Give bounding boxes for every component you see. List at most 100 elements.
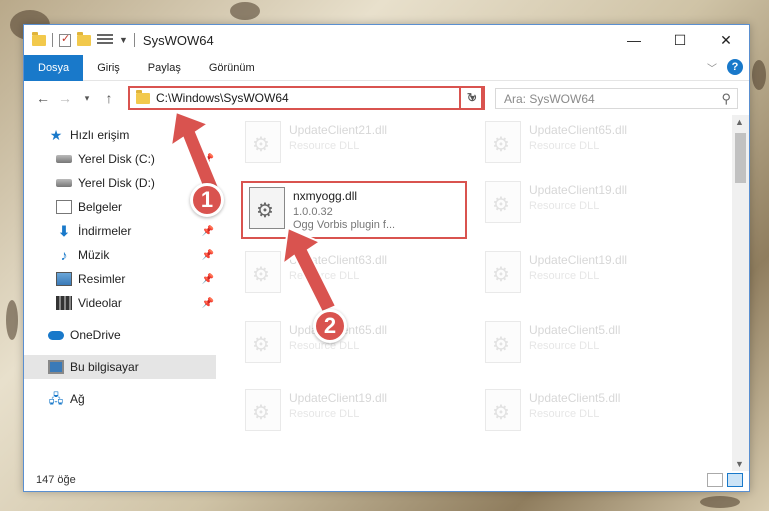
pin-icon[interactable]: 📌 [202,250,214,261]
sidebar-item-onedrive[interactable]: OneDrive [24,323,216,347]
scroll-down-icon[interactable]: ▼ [735,459,744,469]
sidebar-item-music[interactable]: ♪ Müzik 📌 [24,243,216,267]
file-description: Resource DLL [529,200,600,212]
maximize-button[interactable]: ☐ [657,25,703,55]
explorer-window: ▼ SysWOW64 — ☐ ✕ Dosya Giriş Paylaş Görü… [23,24,750,492]
quick-access-toolbar: ▼ [32,31,135,47]
file-description: Resource DLL [289,408,360,420]
drive-icon [56,155,72,163]
sidebar-item-label: İndirmeler [78,224,132,238]
dll-file-icon [245,121,281,163]
sidebar-item-downloads[interactable]: ⬇ İndirmeler 📌 [24,219,216,243]
file-item[interactable]: UpdateClient19.dll Resource DLL [479,247,709,301]
item-count: 147 öğe [36,474,76,486]
file-item[interactable]: UpdateClient65.dllResource DLL [239,317,469,371]
help-icon[interactable]: ? [727,59,743,75]
chevron-down-icon[interactable]: ▼ [119,35,128,45]
background-spot [230,2,260,20]
music-icon: ♪ [60,247,68,263]
documents-icon [56,200,72,214]
step-badge-1: 1 [190,183,224,217]
search-placeholder: Ara: SysWOW64 [504,91,595,106]
download-icon: ⬇ [58,223,70,239]
file-name: UpdateClient19.dll [289,391,388,405]
search-input[interactable]: Ara: SysWOW64 ⚲ [495,88,738,109]
properties-check-icon[interactable] [59,32,71,47]
sidebar-item-pictures[interactable]: Resimler 📌 [24,267,216,291]
new-folder-icon[interactable] [77,31,91,46]
file-description: Resource DLL [289,270,360,282]
address-bar[interactable]: C:\Windows\SysWOW64 ▾ [128,86,483,110]
file-description: Resource DLL [289,140,360,152]
file-description: Resource DLL [289,340,360,352]
search-icon[interactable]: ⚲ [721,91,731,107]
vertical-scrollbar[interactable]: ▲ ▼ [732,115,749,471]
address-path: C:\Windows\SysWOW64 [156,91,289,105]
scroll-up-icon[interactable]: ▲ [735,117,744,127]
tab-share[interactable]: Paylaş [134,55,195,81]
file-item[interactable]: UpdateClient21.dll Resource DLL [239,117,469,171]
file-item[interactable]: UpdateClient19.dll Resource DLL [239,385,469,439]
window-title: SysWOW64 [142,32,214,48]
file-name: UpdateClient5.dll [529,391,621,405]
file-description: Resource DLL [529,408,600,420]
large-icons-view-icon[interactable] [727,473,743,487]
tab-home[interactable]: Giriş [83,55,134,81]
file-item[interactable]: UpdateClient5.dll Resource DLL [479,385,709,439]
sidebar-item-label: Müzik [78,248,110,262]
sidebar-item-local-disk-c[interactable]: Yerel Disk (C:) 📌 [24,147,216,171]
dll-file-icon [485,321,521,363]
sidebar-item-this-pc[interactable]: Bu bilgisayar [24,355,216,379]
sidebar-item-quick-access[interactable]: ★ Hızlı erişim [24,123,216,147]
file-list: UpdateClient21.dll Resource DLL UpdateCli… [239,117,734,467]
sidebar-item-label: Ağ [70,392,85,406]
drive-icon [56,179,72,187]
back-arrow-icon[interactable]: ← [32,90,54,106]
forward-arrow-icon[interactable]: → [54,90,76,106]
details-view-icon[interactable] [707,473,723,487]
dll-file-icon [485,251,521,293]
pin-icon[interactable]: 📌 [202,298,214,309]
pin-icon[interactable]: 📌 [202,154,214,165]
file-item[interactable]: UpdateClient63.dll Resource DLL [239,247,469,301]
title-bar: ▼ SysWOW64 — ☐ ✕ [24,25,749,55]
file-item[interactable]: UpdateClient65.dllResource DLL [479,117,709,171]
file-version: 1.0.0.32 [293,206,333,218]
close-button[interactable]: ✕ [703,25,749,55]
divider [52,33,53,47]
file-name: UpdateClient19.dll [529,253,628,267]
refresh-button[interactable]: ↻ [459,86,485,110]
expand-ribbon-icon[interactable]: ﹀ [707,60,717,75]
scrollbar-thumb[interactable] [735,133,746,183]
sidebar-item-videos[interactable]: Videolar 📌 [24,291,216,315]
minimize-button[interactable]: — [611,25,657,55]
status-bar: 147 öğe [24,469,749,491]
customize-toolbar-icon[interactable] [97,34,113,46]
up-arrow-icon[interactable]: ↑ [98,90,120,106]
file-description: Resource DLL [529,270,600,282]
sidebar-item-documents[interactable]: Belgeler [24,195,216,219]
dll-file-icon [485,389,521,431]
navigation-pane: ★ Hızlı erişim Yerel Disk (C:) 📌 Yerel D… [24,123,216,468]
network-icon: 🖧 [48,391,64,406]
pin-icon[interactable]: 📌 [202,274,214,285]
window-controls: — ☐ ✕ [611,25,749,55]
file-item-highlighted[interactable]: nxmyogg.dll 1.0.0.32Ogg Vorbis plugin f..… [241,181,467,239]
sidebar-item-local-disk-d[interactable]: Yerel Disk (D:) [24,171,216,195]
dll-file-icon [245,321,281,363]
dll-file-icon [485,181,521,223]
folder-icon[interactable] [32,31,46,46]
file-item[interactable]: UpdateClient19.dll Resource DLL [479,177,709,231]
sidebar-item-label: Hızlı erişim [70,128,130,142]
tab-file[interactable]: Dosya [24,54,84,81]
sidebar-item-label: Yerel Disk (C:) [78,152,155,166]
dll-file-icon [485,121,521,163]
file-item[interactable]: UpdateClient5.dll Resource DLL [479,317,709,371]
sidebar-item-network[interactable]: 🖧 Ağ [24,387,216,411]
tab-view[interactable]: Görünüm [195,55,269,81]
pin-icon[interactable]: 📌 [202,226,214,237]
navigation-bar: ← → ▾ ↑ C:\Windows\SysWOW64 ▾ ↻ Ara: Sys… [24,83,749,113]
recent-locations-chevron-icon[interactable]: ▾ [76,93,98,104]
file-description: Resource DLL [529,140,600,152]
cloud-icon [48,330,64,340]
